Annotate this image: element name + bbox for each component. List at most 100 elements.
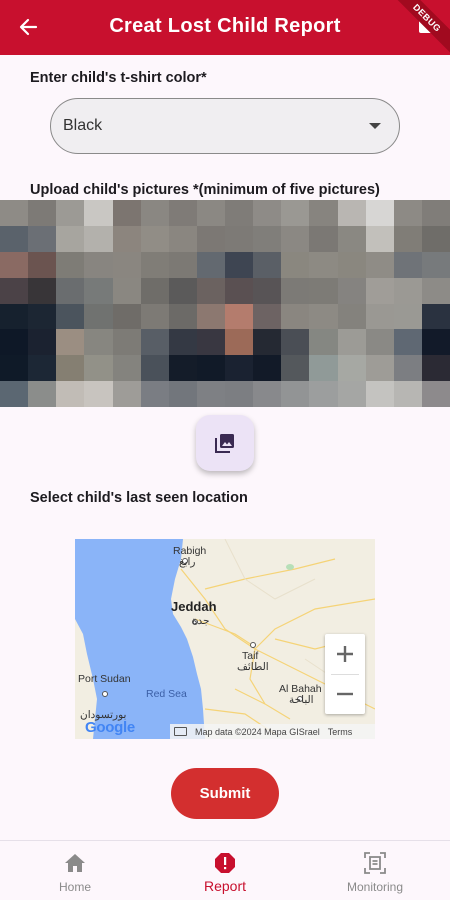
photo-pixel [56,381,85,407]
photo-pixel [84,381,113,407]
map-label-jeddah-ar: جدة [192,615,210,627]
photo-pixel [337,251,366,278]
photo-pixel [0,303,29,330]
photo-pixel [225,251,254,278]
photo-pixel [196,329,225,356]
tshirt-color-dropdown[interactable]: Black [50,98,400,154]
tshirt-color-label: Enter child's t-shirt color* [30,70,207,86]
photo-pixel [28,200,57,226]
photo-pixel [28,381,57,407]
photo-pixel [225,200,254,226]
photo-pixel [140,277,169,304]
photo-pixel [0,277,29,304]
photo-pixel [365,277,394,304]
photo-pixel [140,225,169,252]
photo-pixel [84,329,113,356]
photo-pixel [253,303,282,330]
keyboard-icon[interactable] [174,727,187,736]
photo-pixel [140,329,169,356]
last-seen-location-label: Select child's last seen location [30,490,248,506]
map-attribution: Map data ©2024 Mapa GISrael Terms [170,724,375,739]
photo-pixel [365,303,394,330]
home-icon [63,851,87,875]
photo-pixel [393,277,422,304]
photo-pixel [393,381,422,407]
photo-pixel [253,329,282,356]
photo-pixel [196,251,225,278]
photo-pixel [225,381,254,407]
photo-pixel [281,277,310,304]
bottom-navigation: Home Report Monitoring [0,840,450,900]
photo-pixel [393,303,422,330]
page-title: Creat Lost Child Report [109,15,341,37]
photo-pixel [421,251,450,278]
tshirt-color-value: Black [63,117,103,134]
photo-pixel [112,277,141,304]
photo-pixel [84,200,113,226]
photo-pixel [281,225,310,252]
photo-pixel [196,381,225,407]
photo-pixel [337,277,366,304]
map-label-jeddah: Jeddah [171,599,217,614]
photo-pixel [140,381,169,407]
photo-pixel [253,277,282,304]
photo-pixel [112,200,141,226]
photo-pixel [196,200,225,226]
photo-pixel [0,355,29,382]
photo-pixel [168,251,197,278]
photo-pixel [393,329,422,356]
photo-pixel [168,200,197,226]
photo-pixel [309,251,338,278]
photo-pixel [421,329,450,356]
photo-pixel [421,277,450,304]
photo-pixel [225,355,254,382]
map-data-attribution: Map data ©2024 Mapa GISrael [195,726,320,737]
submit-button[interactable]: Submit [171,768,279,819]
photo-pixel [281,200,310,226]
photo-pixel [309,277,338,304]
photo-pixel [309,200,338,226]
zoom-in-button[interactable] [325,634,365,674]
photo-pixel [196,277,225,304]
location-map[interactable]: Rabigh رابغ Jeddah جدة Taif الطائف Al Ba… [75,539,375,739]
photo-pixel [393,200,422,226]
photo-pixel [225,225,254,252]
nav-home[interactable]: Home [0,841,150,900]
photo-pixel [0,200,29,226]
photo-pixel [168,329,197,356]
photo-pixel [337,225,366,252]
map-label-red-sea: Red Sea [146,688,187,700]
photo-pixel [56,303,85,330]
photo-pixel [365,251,394,278]
photo-pixel [281,303,310,330]
nav-report-label: Report [203,878,247,894]
photo-pixel [84,355,113,382]
upload-pictures-button[interactable] [196,415,254,471]
nav-report[interactable]: Report [150,841,300,900]
map-terms-link[interactable]: Terms [328,727,353,737]
photo-pixel [168,381,197,407]
nav-monitoring[interactable]: Monitoring [300,841,450,900]
photo-pixel [281,355,310,382]
photo-pixel [168,355,197,382]
nav-monitoring-label: Monitoring [346,880,404,894]
debug-banner: DEBUG [390,0,450,55]
photo-pixel [84,303,113,330]
photo-pixel [28,303,57,330]
map-label-al-bahah-ar: الباحة [289,694,314,706]
photo-pixel [393,225,422,252]
photo-pixel [56,355,85,382]
photo-pixel [309,303,338,330]
photo-pixel [421,303,450,330]
map-zoom-controls [325,634,365,714]
photo-pixel [112,303,141,330]
nav-home-label: Home [58,880,91,894]
photo-pixel [140,251,169,278]
photo-pixel [168,303,197,330]
photo-pixel [281,329,310,356]
photo-pixel [253,381,282,407]
photo-pixel [421,355,450,382]
zoom-out-button[interactable] [325,674,365,714]
photo-pixel [196,355,225,382]
photo-pixel [28,355,57,382]
